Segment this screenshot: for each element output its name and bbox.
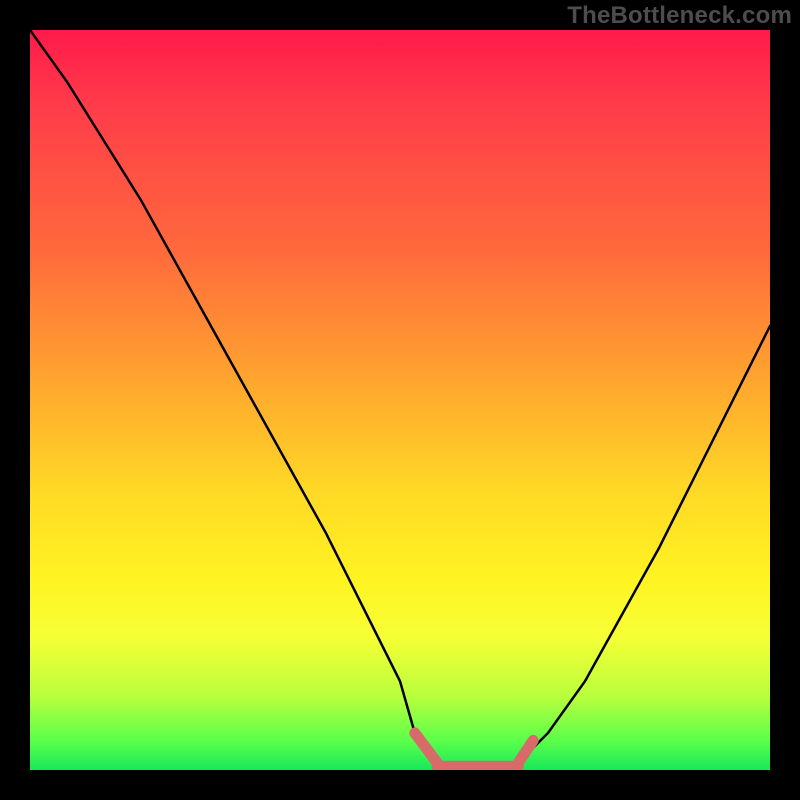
- highlight-segments: [415, 733, 533, 766]
- chart-svg: [30, 30, 770, 770]
- chart-plot-area: [30, 30, 770, 770]
- watermark-label: TheBottleneck.com: [567, 2, 792, 30]
- bottleneck-curve: [30, 30, 770, 770]
- chart-frame: TheBottleneck.com: [0, 0, 800, 800]
